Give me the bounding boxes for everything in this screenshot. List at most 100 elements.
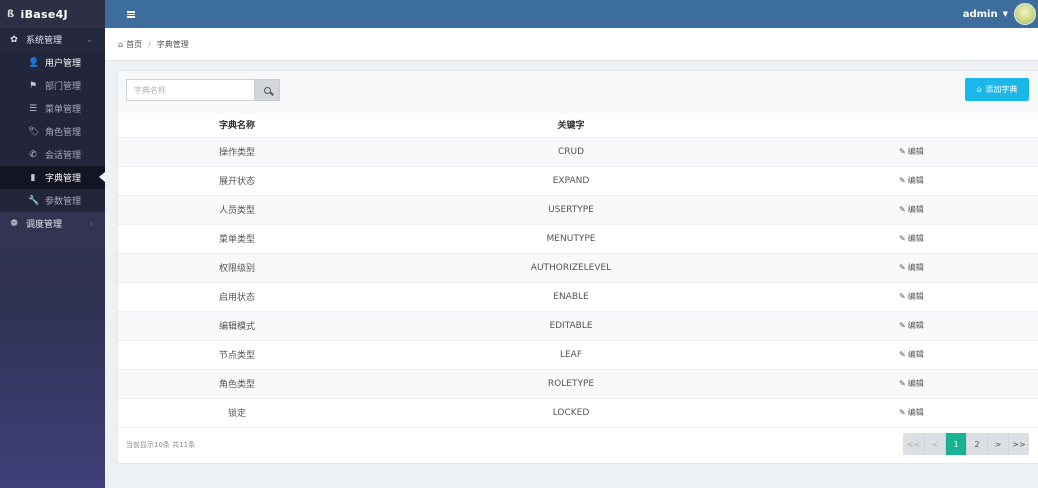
table-row: 节点类型 LEAF ✎ 编辑 — [118, 339, 1038, 369]
edit-label: 编辑 — [907, 263, 924, 272]
cell-actions: ✎ 编辑 — [786, 281, 1038, 311]
sidebar-item-label: 菜单管理 — [45, 105, 82, 115]
edit-label: 编辑 — [907, 350, 924, 359]
sidebar-item-departments[interactable]: ⚑ 部门管理 — [0, 74, 105, 97]
page-1-button[interactable]: 1 — [945, 433, 966, 455]
edit-button[interactable]: ✎ 编辑 — [899, 234, 924, 243]
brand-logo-icon: ß — [7, 8, 15, 20]
edit-icon: ✎ — [899, 292, 906, 301]
sidebar-item-roles[interactable]: 🏷 角色管理 — [0, 120, 105, 143]
edit-button[interactable]: ✎ 编辑 — [899, 176, 924, 185]
flag-icon: ⚑ — [28, 80, 38, 91]
edit-label: 编辑 — [907, 234, 924, 243]
last-page-button[interactable]: >> — [1008, 433, 1029, 455]
brand-name: iBase4J — [20, 7, 68, 21]
edit-button[interactable]: ✎ 编辑 — [899, 379, 924, 388]
menu-toggle-icon[interactable] — [127, 10, 135, 18]
cell-name: 权限级别 — [118, 252, 356, 282]
cell-key: ROLETYPE — [356, 368, 786, 398]
edit-button[interactable]: ✎ 编辑 — [899, 263, 924, 272]
column-header-key[interactable]: 关键字 — [356, 113, 786, 137]
column-header-name[interactable]: 字典名称 — [118, 113, 356, 137]
cell-key: EXPAND — [356, 165, 786, 195]
breadcrumb-current: 字典管理 — [156, 39, 189, 49]
cell-actions: ✎ 编辑 — [786, 310, 1038, 340]
edit-label: 编辑 — [907, 379, 924, 388]
table-row: 权限级别 AUTHORIZELEVEL ✎ 编辑 — [118, 252, 1038, 282]
cell-name: 展开状态 — [118, 165, 356, 195]
table-footer: 当前显示10条 共11条 << <1 2 > >> — [118, 427, 1038, 463]
edit-label: 编辑 — [907, 147, 924, 156]
avatar-icon[interactable] — [1014, 3, 1036, 25]
edit-icon: ✎ — [899, 176, 906, 185]
chevron-down-icon: ⌄ — [86, 35, 93, 44]
table-row: 启用状态 ENABLE ✎ 编辑 — [118, 281, 1038, 311]
search-button[interactable] — [254, 79, 280, 101]
cell-actions: ✎ 编辑 — [786, 136, 1038, 166]
cell-actions: ✎ 编辑 — [786, 397, 1038, 427]
table-row: 展开状态 EXPAND ✎ 编辑 — [118, 165, 1038, 195]
cell-name: 节点类型 — [118, 339, 356, 369]
prev-page-button[interactable]: < — [924, 433, 945, 455]
sidebar-item-users[interactable]: 👤 用户管理 — [0, 51, 105, 74]
breadcrumb-separator: / — [148, 39, 151, 49]
list-icon: ☰ — [28, 103, 38, 114]
edit-button[interactable]: ✎ 编辑 — [899, 408, 924, 417]
brand[interactable]: ß iBase4J — [0, 0, 105, 28]
first-page-button[interactable]: << — [903, 433, 924, 455]
page-2-button[interactable]: 2 — [966, 433, 987, 455]
sidebar-group-scheduling[interactable]: ❁ 调度管理 › — [0, 212, 105, 235]
sidebar-item-dictionary[interactable]: ▮ 字典管理 — [0, 166, 105, 189]
table-row: 锁定 LOCKED ✎ 编辑 — [118, 397, 1038, 427]
sidebar-item-menus[interactable]: ☰ 菜单管理 — [0, 97, 105, 120]
sidebar-item-parameters[interactable]: 🔧 参数管理 — [0, 189, 105, 212]
edit-button[interactable]: ✎ 编辑 — [899, 205, 924, 214]
search-input[interactable] — [126, 79, 254, 101]
table-header-row: 字典名称 关键字 — [118, 113, 1038, 137]
edit-button[interactable]: ✎ 编辑 — [899, 321, 924, 330]
cell-name: 角色类型 — [118, 368, 356, 398]
edit-button[interactable]: ✎ 编辑 — [899, 350, 924, 359]
breadcrumb-home-link[interactable]: 首页 — [126, 39, 142, 50]
sidebar-item-label: 参数管理 — [45, 197, 82, 207]
edit-label: 编辑 — [907, 292, 924, 301]
caret-down-icon[interactable]: ▼ — [1003, 10, 1008, 18]
table-row: 角色类型 ROLETYPE ✎ 编辑 — [118, 368, 1038, 398]
phone-icon: ✆ — [29, 149, 37, 160]
cell-actions: ✎ 编辑 — [786, 194, 1038, 224]
chevron-right-icon: › — [89, 219, 93, 228]
cell-key: ENABLE — [356, 281, 786, 311]
cell-actions: ✎ 编辑 — [786, 165, 1038, 195]
edit-icon: ✎ — [899, 234, 906, 243]
cell-name: 菜单类型 — [118, 223, 356, 253]
cell-actions: ✎ 编辑 — [786, 223, 1038, 253]
sidebar-item-label: 用户管理 — [45, 59, 82, 69]
sidebar-group-system[interactable]: ✿ 系统管理 ⌄ — [0, 28, 105, 51]
cell-key: LOCKED — [356, 397, 786, 427]
tags-icon: 🏷 — [28, 126, 40, 137]
sidebar-item-label: 会话管理 — [45, 151, 82, 161]
next-page-button[interactable]: > — [987, 433, 1008, 455]
user-name[interactable]: admin — [963, 9, 998, 20]
sidebar-item-sessions[interactable]: ✆ 会话管理 — [0, 143, 105, 166]
cell-key: CRUD — [356, 136, 786, 166]
column-header-actions — [786, 113, 1038, 137]
table-row: 编辑模式 EDITABLE ✎ 编辑 — [118, 310, 1038, 340]
edit-icon: ✎ — [899, 350, 906, 359]
cell-key: USERTYPE — [356, 194, 786, 224]
cell-name: 启用状态 — [118, 281, 356, 311]
edit-button[interactable]: ✎ 编辑 — [899, 147, 924, 156]
page-info: 当前显示10条 共11条 — [126, 441, 196, 449]
search-icon — [263, 86, 271, 94]
edit-label: 编辑 — [907, 321, 924, 330]
cell-key: LEAF — [356, 339, 786, 369]
cell-actions: ✎ 编辑 — [786, 252, 1038, 282]
pagination: << <1 2 > >> — [903, 433, 1029, 455]
breadcrumb: ⌂ 首页 / 字典管理 — [105, 28, 1038, 61]
cell-key: AUTHORIZELEVEL — [356, 252, 786, 282]
dictionary-panel: ⍝ 添加字典 字典名称 关键字 操作类型CRUD✎编辑展开状态EXPAND✎编辑… — [117, 70, 1038, 464]
edit-button[interactable]: ✎ 编辑 — [899, 292, 924, 301]
user-menu[interactable]: admin ▼ — [963, 3, 1036, 25]
sidebar-item-label: 部门管理 — [45, 82, 82, 92]
add-dictionary-button[interactable]: ⍝ 添加字典 — [965, 78, 1029, 101]
